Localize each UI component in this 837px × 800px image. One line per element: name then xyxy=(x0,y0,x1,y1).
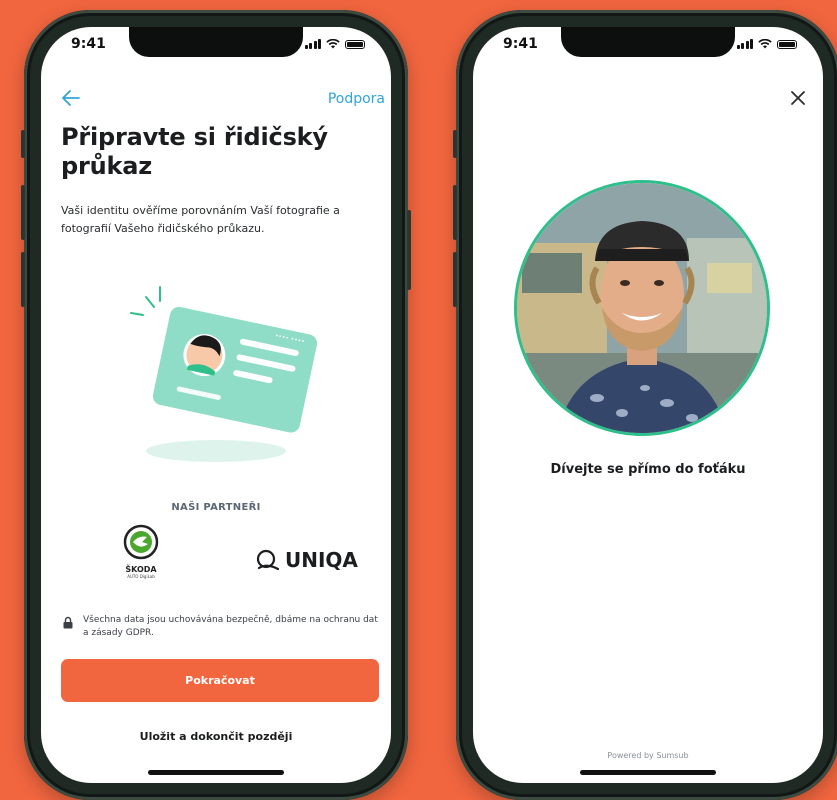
powered-by-label: Powered by Sumsub xyxy=(607,751,689,760)
wifi-icon xyxy=(326,39,340,49)
wifi-icon xyxy=(758,39,772,49)
volume-down-button xyxy=(21,252,25,307)
uniqa-wordmark: UNIQA xyxy=(285,548,358,572)
battery-icon xyxy=(777,40,797,49)
save-later-link[interactable]: Uložit a dokončit později xyxy=(41,730,391,743)
uniqa-emblem-icon xyxy=(256,549,279,571)
home-indicator[interactable] xyxy=(580,770,716,775)
continue-button[interactable]: Pokračovat xyxy=(61,659,379,702)
signal-icon xyxy=(736,39,753,49)
phone-left: 9:41 Podpora Připravte si řidičský průka… xyxy=(21,10,411,800)
notch xyxy=(561,27,735,57)
skoda-subtitle: AUTO DigiLab xyxy=(127,574,155,579)
lock-icon xyxy=(63,616,73,629)
mute-switch xyxy=(21,130,25,158)
status-time: 9:41 xyxy=(71,36,106,52)
home-indicator[interactable] xyxy=(148,770,284,775)
power-button xyxy=(407,210,411,290)
page-title: Připravte si řidičský průkaz xyxy=(61,123,328,180)
volume-up-button xyxy=(453,185,457,240)
volume-up-button xyxy=(21,185,25,240)
arrow-left-icon[interactable] xyxy=(61,89,81,107)
gdpr-text: Všechna data jsou uchovávána bezpečně, d… xyxy=(83,615,378,638)
partners-title: NAŠI PARTNEŘI xyxy=(171,502,261,513)
document-prep-screen: 9:41 Podpora Připravte si řidičský průka… xyxy=(41,27,391,783)
close-icon[interactable] xyxy=(789,89,807,107)
skoda-wordmark: ŠKODA xyxy=(125,565,157,574)
notch xyxy=(129,27,303,57)
selfie-instruction: Dívejte se přímo do foťáku xyxy=(550,462,746,477)
id-card-illustration: •••• •••• xyxy=(130,286,318,462)
skoda-emblem-icon xyxy=(123,524,159,560)
phone-right: 9:41 Dívejte se přímo do foťáku Powered … xyxy=(453,10,837,800)
selfie-screen: 9:41 Dívejte se přímo do foťáku Powered … xyxy=(473,27,823,783)
status-icons xyxy=(304,39,365,49)
mute-switch xyxy=(453,130,457,158)
status-icons xyxy=(736,39,797,49)
status-time: 9:41 xyxy=(503,36,538,52)
camera-preview xyxy=(514,180,770,436)
page-description: Vaši identitu ověříme porovnáním Vaší fo… xyxy=(61,204,340,235)
support-link[interactable]: Podpora xyxy=(328,91,385,107)
uniqa-logo: UNIQA xyxy=(255,548,358,572)
gdpr-notice: Všechna data jsou uchovávána bezpečně, d… xyxy=(63,614,379,640)
skoda-logo: ŠKODA AUTO DigiLab xyxy=(111,524,171,594)
volume-down-button xyxy=(453,252,457,307)
signal-icon xyxy=(304,39,321,49)
selfie-photo xyxy=(517,183,767,433)
battery-icon xyxy=(345,40,365,49)
